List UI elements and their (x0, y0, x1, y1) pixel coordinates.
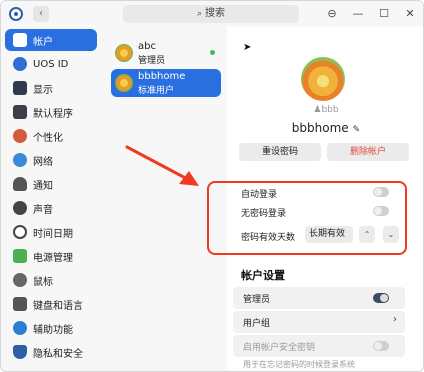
reset-password-button[interactable]: 重设密码 (239, 143, 321, 161)
close-button[interactable]: ✕ (401, 5, 419, 23)
security-key-label: 启用帐户安全密钥 (243, 343, 316, 353)
full-name-text: bbbhome (291, 121, 349, 135)
avatar (115, 44, 133, 62)
back-button[interactable]: ‹ (33, 6, 49, 22)
usergroup-label: 用户组 (243, 319, 271, 329)
sidebar-item-mouse[interactable]: 鼠标 (5, 269, 97, 291)
sidebar-item-display[interactable]: 显示 (5, 77, 97, 99)
user-name: bbbhome (138, 71, 186, 82)
short-username-text: bbb (321, 105, 339, 115)
admin-toggle[interactable] (373, 293, 389, 303)
edit-icon[interactable]: ✎ (353, 125, 361, 135)
user-role: 标准用户 (138, 86, 175, 96)
password-validity-label: 密码有效天数 (241, 233, 296, 243)
short-username: ♟bbb (227, 105, 423, 115)
sidebar-item-label: 辅助功能 (33, 324, 73, 336)
keyboard-icon (13, 297, 27, 311)
sidebar: 帐户 UOS ID 显示 默认程序 个性化 网络 通知 声音 时间日期 电源管理… (1, 27, 101, 371)
battery-icon (13, 249, 27, 263)
sidebar-item-account[interactable]: 帐户 (5, 29, 97, 51)
sidebar-item-label: 键盘和语言 (33, 300, 83, 312)
user-list-item-abc[interactable]: abc 管理员 (111, 39, 221, 67)
user-name: abc (138, 41, 156, 52)
sidebar-item-network[interactable]: 网络 (5, 149, 97, 171)
sidebar-item-label: 通知 (33, 180, 53, 192)
sidebar-item-notification[interactable]: 通知 (5, 173, 97, 195)
sidebar-item-label: 个性化 (33, 132, 63, 144)
sidebar-item-label: 显示 (33, 84, 53, 96)
security-key-toggle[interactable] (373, 341, 389, 351)
chevron-up-icon: ⌃ (363, 230, 371, 239)
clock-icon (13, 225, 27, 239)
accessibility-icon (13, 321, 27, 335)
chevron-right-icon: › (393, 314, 397, 325)
sidebar-item-label: 电源管理 (33, 252, 73, 264)
nopass-login-toggle[interactable] (373, 206, 389, 216)
mouse-icon (13, 273, 27, 287)
display-icon (13, 81, 27, 95)
sidebar-item-label: UOS ID (33, 58, 69, 70)
sidebar-item-uos-id[interactable]: UOS ID (5, 53, 97, 75)
sidebar-item-label: 鼠标 (33, 276, 53, 288)
account-settings-title: 帐户设置 (241, 269, 285, 282)
bell-icon (13, 177, 27, 191)
sound-icon (13, 201, 27, 215)
avatar (115, 74, 133, 92)
sidebar-item-keyboard[interactable]: 键盘和语言 (5, 293, 97, 315)
sidebar-item-label: 默认程序 (33, 108, 73, 120)
sidebar-item-power[interactable]: 电源管理 (5, 245, 97, 267)
user-role: 管理员 (138, 56, 166, 66)
search-placeholder: 搜索 (205, 8, 226, 19)
sidebar-item-default-apps[interactable]: 默认程序 (5, 101, 97, 123)
user-avatar[interactable] (301, 57, 345, 101)
title-bar: ‹ ⌕ 搜索 ⊖ — ☐ ✕ (1, 1, 423, 27)
personalization-icon (13, 129, 27, 143)
password-validity-input[interactable]: 长期有效 (305, 226, 353, 243)
online-status-icon (210, 50, 215, 55)
admin-label: 管理员 (243, 295, 271, 305)
shield-icon (13, 345, 27, 359)
sidebar-item-privacy[interactable]: 隐私和安全 (5, 341, 97, 363)
sidebar-item-accessibility[interactable]: 辅助功能 (5, 317, 97, 339)
sidebar-item-label: 帐户 (33, 36, 53, 48)
delete-account-button[interactable]: 删除帐户 (327, 143, 409, 161)
mouse-pointer-icon: ➤ (243, 42, 252, 53)
user-list-item-bbbhome[interactable]: bbbhome 标准用户 (111, 69, 221, 97)
cloud-icon (13, 57, 27, 71)
menu-button[interactable]: ⊖ (323, 5, 341, 23)
decrease-button[interactable]: ⌄ (383, 226, 399, 243)
increase-button[interactable]: ⌃ (359, 226, 375, 243)
search-input[interactable]: ⌕ 搜索 (123, 5, 299, 23)
auto-login-toggle[interactable] (373, 187, 389, 197)
sidebar-item-sound[interactable]: 声音 (5, 197, 97, 219)
chevron-down-icon: ⌄ (387, 230, 395, 239)
full-name: bbbhome ✎ (227, 121, 423, 135)
sidebar-item-label: 网络 (33, 156, 53, 168)
sidebar-item-label: 隐私和安全 (33, 348, 83, 360)
security-key-hint: 用于在忘记密码的时候登录系统 (243, 360, 355, 369)
control-center-logo-icon (9, 7, 23, 21)
settings-window: ‹ ⌕ 搜索 ⊖ — ☐ ✕ 帐户 UOS ID 显示 默认程序 个性化 网络 … (0, 0, 424, 372)
sidebar-item-personalization[interactable]: 个性化 (5, 125, 97, 147)
sidebar-item-datetime[interactable]: 时间日期 (5, 221, 97, 243)
network-icon (13, 153, 27, 167)
sidebar-item-label: 时间日期 (33, 228, 73, 240)
default-apps-icon (13, 105, 27, 119)
search-icon: ⌕ (196, 9, 203, 19)
sidebar-item-label: 声音 (33, 204, 53, 216)
account-icon (13, 33, 27, 47)
maximize-button[interactable]: ☐ (375, 5, 393, 23)
minimize-button[interactable]: — (349, 5, 367, 23)
